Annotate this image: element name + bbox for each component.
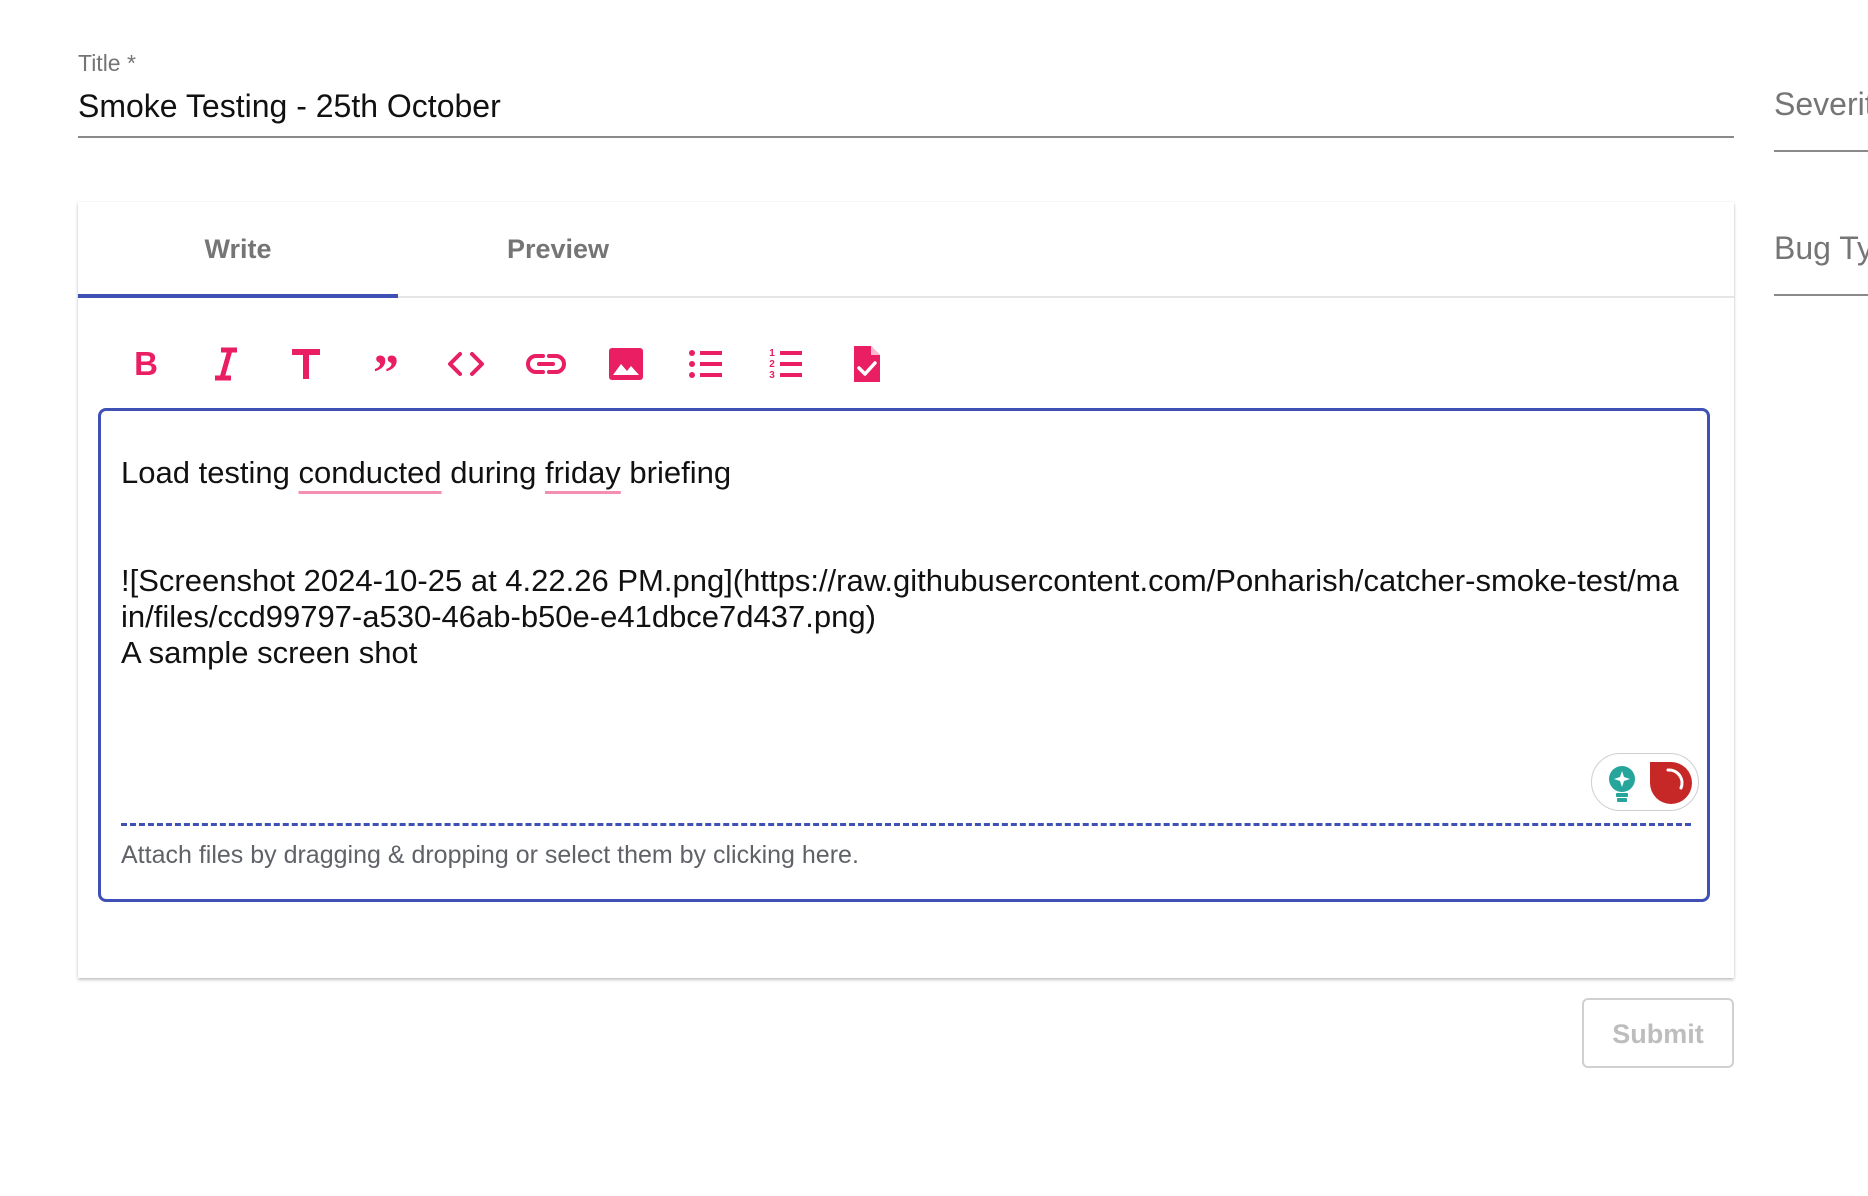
markdown-textarea[interactable]: Load testing conducted during friday bri…	[98, 408, 1710, 902]
text-span: Load testing	[121, 455, 299, 490]
caption-line: A sample screen shot	[121, 635, 418, 670]
spellcheck-word: friday	[545, 455, 621, 490]
title-field[interactable]: Title * Smoke Testing - 25th October	[78, 48, 1734, 138]
svg-text:1: 1	[769, 348, 775, 359]
heading-icon[interactable]	[278, 336, 334, 392]
quote-icon[interactable]: ”	[358, 336, 414, 392]
editor-tabs: Write Preview	[78, 202, 1734, 298]
svg-text:B: B	[134, 345, 158, 382]
grammar-checker-icon[interactable]	[1648, 760, 1694, 806]
lightbulb-icon[interactable]	[1604, 764, 1640, 804]
text-span: briefing	[620, 455, 732, 490]
bold-icon[interactable]: B	[118, 336, 174, 392]
link-icon[interactable]	[518, 336, 574, 392]
title-label: Title *	[78, 50, 136, 76]
description-card: Write Preview B ” 123 Load testing condu…	[78, 202, 1734, 978]
editor-content[interactable]: Load testing conducted during friday bri…	[121, 455, 1681, 671]
active-tab-indicator	[78, 294, 398, 298]
bug-type-label: Bug Type	[1774, 230, 1868, 266]
image-markdown-line: ![Screenshot 2024-10-25 at 4.22.26 PM.pn…	[121, 563, 1679, 634]
code-icon[interactable]	[438, 336, 494, 392]
title-input[interactable]: Smoke Testing - 25th October	[78, 84, 1734, 138]
severity-label: Severity	[1774, 86, 1868, 122]
tab-preview[interactable]: Preview	[398, 202, 718, 296]
svg-text:2: 2	[769, 359, 775, 370]
svg-text:3: 3	[769, 370, 775, 381]
extension-badge[interactable]	[1591, 753, 1699, 811]
tab-write[interactable]: Write	[78, 202, 398, 296]
bulleted-list-icon[interactable]	[678, 336, 734, 392]
submit-button[interactable]: Submit	[1582, 998, 1734, 1068]
italic-icon[interactable]	[198, 336, 254, 392]
text-span: during	[441, 455, 545, 490]
description-line: Load testing conducted during friday bri…	[121, 455, 1681, 491]
svg-text:”: ”	[373, 345, 399, 384]
numbered-list-icon[interactable]: 123	[758, 336, 814, 392]
severity-select[interactable]: Severity	[1774, 86, 1868, 152]
attach-files-hint[interactable]: Attach files by dragging & dropping or s…	[121, 841, 859, 870]
spellcheck-word: conducted	[298, 455, 442, 490]
bug-type-select[interactable]: Bug Type	[1774, 230, 1868, 296]
attach-divider	[121, 823, 1691, 826]
image-icon[interactable]	[598, 336, 654, 392]
task-list-icon[interactable]	[838, 336, 894, 392]
